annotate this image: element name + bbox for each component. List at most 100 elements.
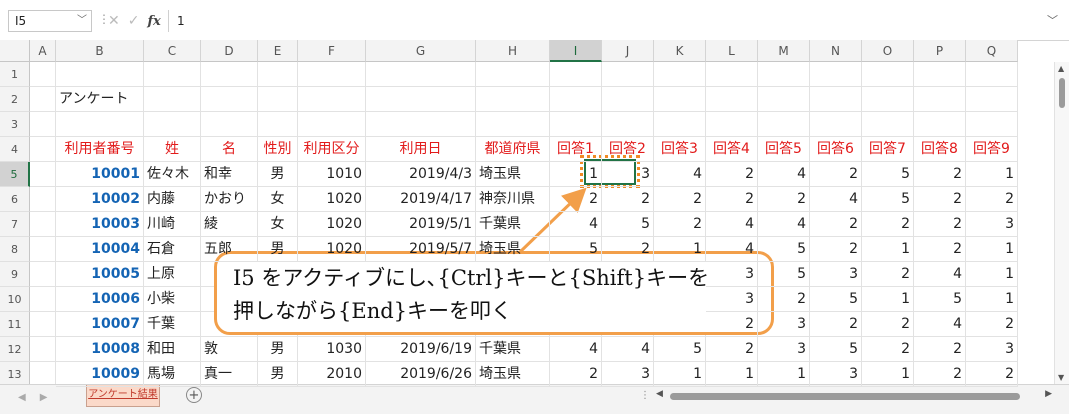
data-cell[interactable]: 2 bbox=[654, 187, 706, 212]
header-cell[interactable]: 利用区分 bbox=[298, 137, 366, 162]
grid-cell[interactable] bbox=[30, 87, 56, 112]
data-cell[interactable]: 5 bbox=[810, 287, 862, 312]
header-cell[interactable]: 回答1 bbox=[550, 137, 602, 162]
data-cell[interactable]: 5 bbox=[654, 337, 706, 362]
grid-cell[interactable] bbox=[476, 112, 550, 137]
grid-cell[interactable] bbox=[602, 87, 654, 112]
data-cell[interactable]: 千葉県 bbox=[476, 337, 550, 362]
data-cell[interactable]: 2 bbox=[914, 162, 966, 187]
header-cell[interactable]: 回答2 bbox=[602, 137, 654, 162]
user-id-cell[interactable]: 10002 bbox=[56, 187, 144, 212]
row-header-1[interactable]: 1 bbox=[0, 62, 30, 87]
data-cell[interactable]: 1 bbox=[654, 362, 706, 387]
data-cell[interactable]: 男 bbox=[258, 337, 298, 362]
grid-cell[interactable] bbox=[30, 312, 56, 337]
data-cell[interactable]: 2 bbox=[810, 237, 862, 262]
scroll-up-icon[interactable]: ▲ bbox=[1058, 64, 1064, 73]
data-cell[interactable]: 4 bbox=[550, 337, 602, 362]
data-cell[interactable]: 2 bbox=[914, 212, 966, 237]
data-cell[interactable]: 2 bbox=[862, 337, 914, 362]
data-cell[interactable]: 2 bbox=[706, 162, 758, 187]
data-cell[interactable]: 2 bbox=[654, 212, 706, 237]
row-header-12[interactable]: 12 bbox=[0, 337, 30, 362]
grid-cell[interactable] bbox=[258, 112, 298, 137]
grid-cell[interactable] bbox=[30, 137, 56, 162]
grid-cell[interactable] bbox=[810, 87, 862, 112]
data-cell[interactable]: 川崎 bbox=[144, 212, 201, 237]
grid-cell[interactable] bbox=[966, 112, 1018, 137]
data-cell[interactable]: 5 bbox=[758, 262, 810, 287]
chevron-down-icon[interactable]: ﹀ bbox=[77, 11, 87, 31]
grid-cell[interactable] bbox=[914, 62, 966, 87]
grid-cell[interactable] bbox=[144, 112, 201, 137]
column-header-l[interactable]: L bbox=[706, 40, 758, 62]
grid-cell[interactable] bbox=[654, 87, 706, 112]
data-cell[interactable]: 真一 bbox=[201, 362, 258, 387]
data-cell[interactable]: 2019/6/26 bbox=[366, 362, 476, 387]
data-cell[interactable]: 2 bbox=[914, 237, 966, 262]
header-cell[interactable]: 名 bbox=[201, 137, 258, 162]
data-cell[interactable]: 石倉 bbox=[144, 237, 201, 262]
data-cell[interactable]: 1030 bbox=[298, 337, 366, 362]
grid-cell[interactable] bbox=[30, 287, 56, 312]
data-cell[interactable]: 1020 bbox=[298, 212, 366, 237]
grid-cell[interactable] bbox=[201, 62, 258, 87]
vertical-scrollbar[interactable]: ▲ ▼ bbox=[1054, 62, 1069, 384]
row-header-4[interactable]: 4 bbox=[0, 137, 30, 162]
data-cell[interactable]: 2 bbox=[914, 362, 966, 387]
column-header-e[interactable]: E bbox=[258, 40, 298, 62]
add-sheet-button[interactable]: + bbox=[186, 387, 202, 403]
column-header-f[interactable]: F bbox=[298, 40, 366, 62]
data-cell[interactable]: 4 bbox=[706, 237, 758, 262]
data-cell[interactable]: 埼玉県 bbox=[476, 362, 550, 387]
data-cell[interactable]: 1 bbox=[966, 162, 1018, 187]
header-cell[interactable]: 性別 bbox=[258, 137, 298, 162]
column-header-a[interactable]: A bbox=[30, 40, 56, 62]
row-header-3[interactable]: 3 bbox=[0, 112, 30, 137]
data-cell[interactable]: 2 bbox=[862, 312, 914, 337]
data-cell[interactable]: 4 bbox=[810, 187, 862, 212]
data-cell[interactable]: 3 bbox=[966, 337, 1018, 362]
grid-cell[interactable] bbox=[144, 62, 201, 87]
data-cell[interactable]: 4 bbox=[550, 212, 602, 237]
header-cell[interactable]: 利用日 bbox=[366, 137, 476, 162]
data-cell[interactable]: 男 bbox=[258, 162, 298, 187]
data-cell[interactable]: 4 bbox=[706, 212, 758, 237]
grid-cell[interactable] bbox=[914, 112, 966, 137]
grid-cell[interactable] bbox=[30, 62, 56, 87]
data-cell[interactable]: 5 bbox=[862, 162, 914, 187]
data-cell[interactable]: 2 bbox=[810, 162, 862, 187]
data-cell[interactable]: 2019/6/19 bbox=[366, 337, 476, 362]
column-header-i[interactable]: I bbox=[550, 40, 602, 62]
row-header-6[interactable]: 6 bbox=[0, 187, 30, 212]
grid-cell[interactable] bbox=[30, 112, 56, 137]
data-cell[interactable]: 2 bbox=[758, 187, 810, 212]
data-cell[interactable]: 小柴 bbox=[144, 287, 201, 312]
data-cell[interactable]: 埼玉県 bbox=[476, 162, 550, 187]
data-cell[interactable]: 2019/4/17 bbox=[366, 187, 476, 212]
data-cell[interactable]: 2 bbox=[966, 362, 1018, 387]
data-cell[interactable]: 馬場 bbox=[144, 362, 201, 387]
row-header-7[interactable]: 7 bbox=[0, 212, 30, 237]
data-cell[interactable]: 5 bbox=[914, 287, 966, 312]
column-header-b[interactable]: B bbox=[56, 40, 144, 62]
data-cell[interactable]: 5 bbox=[862, 187, 914, 212]
data-cell[interactable]: 1020 bbox=[298, 237, 366, 262]
row-header-9[interactable]: 9 bbox=[0, 262, 30, 287]
data-cell[interactable]: 男 bbox=[258, 237, 298, 262]
grid-cell[interactable] bbox=[56, 112, 144, 137]
data-cell[interactable]: 1020 bbox=[298, 187, 366, 212]
data-cell[interactable]: 佐々木 bbox=[144, 162, 201, 187]
grid-cell[interactable] bbox=[30, 162, 56, 187]
data-cell[interactable]: 2 bbox=[602, 237, 654, 262]
sheet-nav-arrows-icon[interactable]: ◀▶ bbox=[18, 392, 61, 403]
data-cell[interactable]: 5 bbox=[758, 237, 810, 262]
data-cell[interactable]: 3 bbox=[602, 362, 654, 387]
scroll-left-icon[interactable]: ◀ bbox=[656, 389, 663, 399]
data-cell[interactable]: 1 bbox=[862, 287, 914, 312]
grid-cell[interactable] bbox=[758, 62, 810, 87]
data-cell[interactable]: 3 bbox=[758, 337, 810, 362]
data-cell[interactable]: 2 bbox=[550, 187, 602, 212]
column-header-m[interactable]: M bbox=[758, 40, 810, 62]
expand-formula-bar-icon[interactable]: ﹀ bbox=[1047, 10, 1058, 32]
